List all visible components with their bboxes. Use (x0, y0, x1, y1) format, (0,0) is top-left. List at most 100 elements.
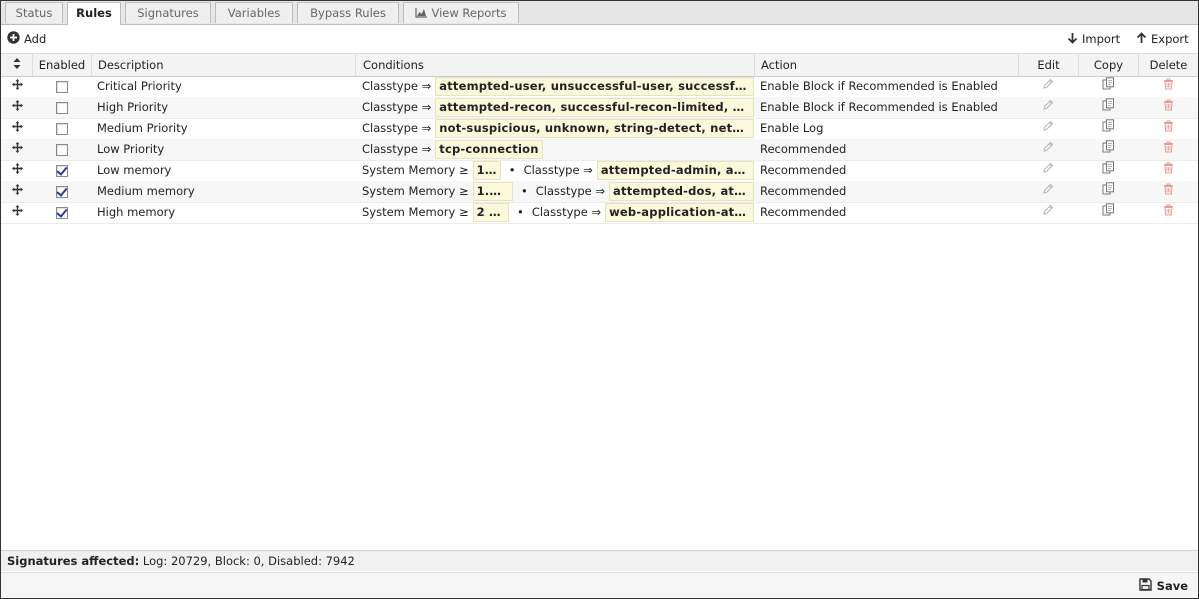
move-icon (11, 97, 23, 118)
enabled-checkbox[interactable] (56, 164, 68, 177)
rule-conditions: System Memory ≥2 GB • Classtype ⇒ web-appli… (362, 202, 754, 223)
copy-button[interactable] (1078, 202, 1138, 223)
delete-button[interactable] (1138, 160, 1198, 181)
move-icon (11, 118, 23, 139)
rule-conditions: Classtype ⇒ attempted-user, unsuccessful-… (362, 76, 754, 97)
delete-button[interactable] (1138, 97, 1198, 118)
export-button[interactable]: Export (1136, 31, 1189, 47)
delete-button[interactable] (1138, 139, 1198, 160)
copy-icon (1102, 139, 1115, 160)
copy-button[interactable] (1078, 118, 1138, 139)
column-header-conditions[interactable]: Conditions (356, 54, 755, 76)
edit-button[interactable] (1018, 202, 1078, 223)
copy-button[interactable] (1078, 76, 1138, 97)
tab-variables[interactable]: Variables (215, 2, 293, 23)
rule-action: Recommended (760, 205, 847, 219)
import-button[interactable]: Import (1067, 31, 1120, 47)
save-button[interactable]: Save (1138, 578, 1188, 594)
condition-value: not-suspicious, unknown, string-detect, … (435, 119, 754, 138)
copy-button[interactable] (1078, 181, 1138, 202)
export-label: Export (1151, 32, 1189, 46)
copy-button[interactable] (1078, 97, 1138, 118)
enabled-checkbox[interactable] (56, 206, 68, 219)
enabled-checkbox[interactable] (56, 143, 68, 156)
add-button[interactable]: Add (7, 31, 46, 47)
delete-button[interactable] (1138, 118, 1198, 139)
tab-signatures[interactable]: Signatures (125, 2, 211, 23)
enabled-checkbox[interactable] (56, 185, 68, 198)
sort-column-header[interactable] (1, 54, 33, 76)
rule-action: Enable Log (760, 121, 824, 135)
move-icon (11, 160, 23, 181)
condition-separator: • (520, 184, 528, 198)
row-drag-handle[interactable] (1, 97, 33, 118)
condition-label: System Memory ≥ (362, 205, 469, 219)
table-row: High Priority Classtype ⇒ attempted-recon,… (1, 97, 1198, 119)
condition-label: Classtype ⇒ (531, 205, 602, 219)
row-drag-handle[interactable] (1, 76, 33, 97)
tab-status[interactable]: Status (5, 2, 63, 23)
condition-label: Classtype ⇒ (523, 163, 593, 177)
edit-button[interactable] (1018, 118, 1078, 139)
delete-button[interactable] (1138, 202, 1198, 223)
rule-description: Low memory (97, 163, 172, 177)
delete-button[interactable] (1138, 181, 1198, 202)
copy-button[interactable] (1078, 160, 1138, 181)
trash-icon (1163, 181, 1174, 202)
rule-action: Recommended (760, 184, 847, 198)
tab-rules[interactable]: Rules (67, 2, 121, 25)
rule-action: Enable Block if Recommended is Enabled (760, 79, 998, 93)
edit-button[interactable] (1018, 139, 1078, 160)
enabled-checkbox[interactable] (56, 80, 68, 93)
condition-label: Classtype ⇒ (362, 100, 432, 114)
trash-icon (1163, 76, 1174, 97)
condition-value: 1 GB (472, 161, 501, 180)
condition-value: web-application-attack (605, 203, 754, 222)
plus-circle-icon (7, 31, 24, 47)
trash-icon (1163, 97, 1174, 118)
toolbar: Add Import Export (1, 25, 1198, 53)
column-header-enabled[interactable]: Enabled (33, 54, 92, 76)
tab-bypass-rules[interactable]: Bypass Rules (297, 2, 399, 23)
copy-button[interactable] (1078, 139, 1138, 160)
table-row: Low Priority Classtype ⇒ tcp-connection Rec… (1, 139, 1198, 161)
trash-icon (1163, 202, 1174, 223)
delete-button[interactable] (1138, 76, 1198, 97)
edit-button[interactable] (1018, 181, 1078, 202)
copy-icon (1102, 97, 1115, 118)
sort-icon (13, 54, 21, 76)
column-header-delete: Delete (1149, 58, 1188, 72)
column-header-action[interactable]: Action (755, 54, 1019, 76)
condition-separator: • (517, 205, 524, 219)
edit-button[interactable] (1018, 160, 1078, 181)
move-icon (11, 181, 23, 202)
tab-label: Bypass Rules (310, 6, 386, 20)
row-drag-handle[interactable] (1, 181, 33, 202)
edit-button[interactable] (1018, 97, 1078, 118)
row-drag-handle[interactable] (1, 139, 33, 160)
move-icon (11, 139, 23, 160)
table-header: Enabled Description Conditions Action Ed… (1, 53, 1198, 77)
table-row: Medium memory System Memory ≥1.50 GB • Clas… (1, 181, 1198, 203)
add-label: Add (24, 32, 47, 46)
column-header-description[interactable]: Description (92, 54, 356, 76)
row-drag-handle[interactable] (1, 118, 33, 139)
tab-label: Variables (227, 6, 281, 20)
copy-icon (1102, 181, 1115, 202)
pencil-icon (1042, 139, 1054, 160)
row-drag-handle[interactable] (1, 202, 33, 223)
enabled-checkbox[interactable] (56, 122, 68, 135)
condition-label: Classtype ⇒ (362, 79, 432, 93)
tab-label: Rules (76, 6, 112, 20)
copy-icon (1102, 76, 1115, 97)
tab-view-reports[interactable]: View Reports (403, 2, 519, 23)
rule-description: Medium memory (97, 184, 195, 198)
enabled-checkbox[interactable] (56, 101, 68, 114)
rules-window: Status Rules Signatures Variables Bypass… (0, 0, 1199, 599)
row-drag-handle[interactable] (1, 160, 33, 181)
condition-value: tcp-connection (435, 140, 543, 159)
trash-icon (1163, 139, 1174, 160)
save-label: Save (1156, 579, 1188, 593)
edit-button[interactable] (1018, 76, 1078, 97)
import-label: Import (1082, 32, 1121, 46)
